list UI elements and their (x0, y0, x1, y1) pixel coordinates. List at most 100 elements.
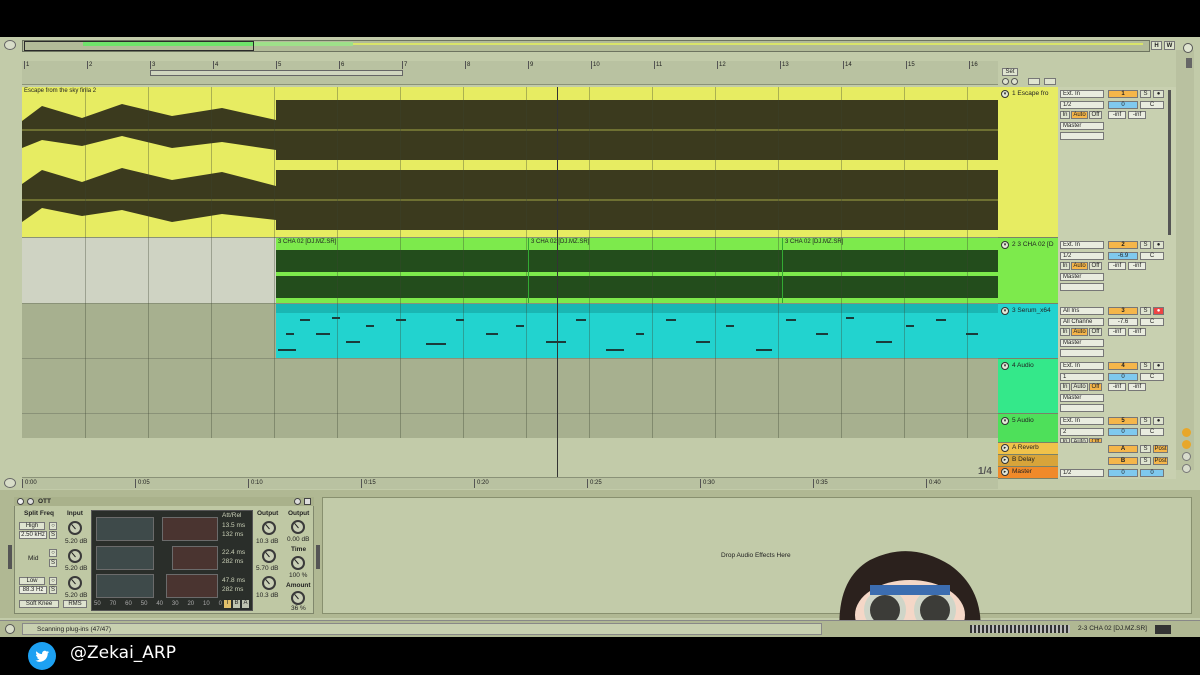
track-2-solo[interactable]: S (1140, 241, 1151, 249)
track-2-channel-select[interactable]: 1/2 (1060, 252, 1104, 260)
return-a-solo[interactable]: S (1140, 445, 1151, 453)
track-2-output-select[interactable]: Master (1060, 273, 1104, 281)
low-solo-icon[interactable]: ○ (49, 577, 57, 585)
audio-clip-escape[interactable]: Escape from the sky finla 2 (22, 87, 998, 237)
track-2-send-b[interactable]: -inf (1128, 262, 1146, 270)
time-ruler[interactable]: 0:00 0:05 0:10 0:15 0:20 0:25 0:30 0:35 … (22, 477, 998, 489)
fold-icon[interactable]: ▾ (1001, 417, 1009, 425)
track-1-volume[interactable]: 0 (1108, 101, 1138, 109)
device-power-icon[interactable] (17, 498, 24, 505)
mid-input-knob[interactable] (68, 549, 82, 563)
return-b-solo[interactable]: S (1140, 457, 1151, 465)
track-5-pan[interactable]: C (1140, 428, 1164, 436)
mid-output-knob[interactable] (262, 549, 276, 563)
return-b-activator[interactable]: B (1108, 457, 1138, 465)
track-3-volume[interactable]: -7.6 (1108, 318, 1138, 326)
low-solo[interactable]: S (49, 586, 57, 594)
overview-h-button[interactable]: H (1151, 41, 1162, 50)
track-3-output-select[interactable]: Master (1060, 339, 1104, 347)
set-locator-button[interactable]: Set (1002, 68, 1018, 76)
track-5-monitor-auto[interactable]: Auto (1071, 438, 1088, 443)
return-b-header[interactable]: ▸ B Delay (998, 455, 1058, 467)
high-band-toggle[interactable]: High (19, 522, 45, 530)
track-4-output-select[interactable]: Master (1060, 394, 1104, 402)
track-3-monitor-auto[interactable]: Auto (1071, 328, 1088, 336)
draw-mode-icon[interactable] (1028, 78, 1040, 85)
track-2-input-select[interactable]: Ext. In (1060, 241, 1104, 249)
track-4-activator[interactable]: 4 (1108, 362, 1138, 370)
track-1-name[interactable]: 1 Escape fro (1012, 90, 1056, 97)
track-3-send-b[interactable]: -inf (1128, 328, 1146, 336)
high-input-knob[interactable] (68, 521, 82, 535)
track-5-volume[interactable]: 0 (1108, 428, 1138, 436)
track-4-channel-select[interactable]: 1 (1060, 373, 1104, 381)
midi-clip-serum[interactable] (276, 304, 998, 358)
automation-lock-icon[interactable] (1044, 78, 1056, 85)
play-icon[interactable]: ▸ (1001, 456, 1009, 464)
master-pan[interactable]: 0 (1140, 469, 1164, 477)
track-5-name[interactable]: 5 Audio (1012, 417, 1056, 424)
track-5-monitor-off[interactable]: Off (1089, 438, 1102, 443)
left-scroll-icon[interactable] (4, 478, 16, 488)
audio-clip-cha02-2[interactable]: 3 CHA 02 [DJ.MZ.SR] (529, 238, 783, 303)
return-a-activator[interactable]: A (1108, 445, 1138, 453)
loop-brace[interactable] (150, 70, 403, 76)
track-4-name[interactable]: 4 Audio (1012, 362, 1056, 369)
track-3-monitor-in[interactable]: In (1060, 328, 1070, 336)
play-icon[interactable]: ▸ (1001, 468, 1009, 476)
track-3-name[interactable]: 3 Serum_x64 (1012, 307, 1056, 314)
track-2-monitor-off[interactable]: Off (1089, 262, 1102, 270)
low-band-toggle[interactable]: Low (19, 577, 45, 585)
track-1-activator[interactable]: 1 (1108, 90, 1138, 98)
device-fold-icon[interactable] (27, 498, 34, 505)
band-b-toggle[interactable]: B (233, 600, 240, 608)
track-2-lane[interactable]: 3 CHA 02 [DJ.MZ.SR] 3 CHA 02 [DJ.MZ.SR] … (22, 238, 998, 304)
track-3-arm[interactable]: ● (1153, 307, 1164, 315)
audio-clip-cha02-3[interactable]: 3 CHA 02 [DJ.MZ.SR] (783, 238, 998, 303)
track-1-send-a[interactable]: -inf (1108, 111, 1126, 119)
audio-effects-drop-zone[interactable]: Drop Audio Effects Here (322, 497, 1192, 614)
track-1-channel-select[interactable]: 1/2 (1060, 101, 1104, 109)
return-b-post[interactable]: Post (1153, 457, 1168, 465)
low-output-knob[interactable] (262, 576, 276, 590)
track-2-name[interactable]: 2 3 CHA 02 [D (1012, 241, 1056, 248)
prev-locator-icon[interactable] (1002, 78, 1009, 85)
track-3-pan[interactable]: C (1140, 318, 1164, 326)
track-4-send-a[interactable]: -inf (1108, 383, 1126, 391)
track-5-monitor-in[interactable]: In (1060, 438, 1070, 443)
overview-w-button[interactable]: W (1164, 41, 1175, 50)
device-scroll-right[interactable] (316, 545, 320, 569)
track-2-volume[interactable]: -6.9 (1108, 252, 1138, 260)
playhead-marker[interactable] (557, 87, 558, 477)
mid-solo[interactable]: S (49, 559, 57, 567)
track-4-volume[interactable]: 0 (1108, 373, 1138, 381)
device-save-icon[interactable] (304, 498, 311, 505)
low-input-knob[interactable] (68, 576, 82, 590)
track-3-output-channel[interactable] (1060, 349, 1104, 357)
band-t-toggle[interactable]: T (224, 600, 231, 608)
unfold-icon[interactable] (1183, 43, 1193, 53)
track-5-lane[interactable] (22, 414, 998, 438)
track-1-output-select[interactable]: Master (1060, 122, 1104, 130)
soft-knee-button[interactable]: Soft Knee (19, 600, 59, 608)
track-3-lane[interactable] (22, 304, 998, 359)
track-3-send-a[interactable]: -inf (1108, 328, 1126, 336)
track-2-send-a[interactable]: -inf (1108, 262, 1126, 270)
track-4-input-select[interactable]: Ext. In (1060, 362, 1104, 370)
fold-icon[interactable]: ▾ (1001, 307, 1009, 315)
play-icon[interactable]: ▸ (1001, 444, 1009, 452)
rms-button[interactable]: RMS (63, 600, 87, 608)
track-1-output-channel[interactable] (1060, 132, 1104, 140)
track-4-output-channel[interactable] (1060, 404, 1104, 412)
track-3-solo[interactable]: S (1140, 307, 1151, 315)
track-5-channel-select[interactable]: 2 (1060, 428, 1104, 436)
track-5-input-select[interactable]: Ext. In (1060, 417, 1104, 425)
track-2-arm[interactable]: ● (1153, 241, 1164, 249)
track-1-solo[interactable]: S (1140, 90, 1151, 98)
vertical-scrollbar[interactable] (1176, 50, 1194, 470)
track-3-channel-select[interactable]: All Channe (1060, 318, 1104, 326)
track-3-input-select[interactable]: All Ins (1060, 307, 1104, 315)
low-freq-field[interactable]: 88.3 Hz (19, 586, 47, 594)
arrangement-overview[interactable] (22, 40, 1150, 52)
master-channel-select[interactable]: 1/2 (1060, 469, 1104, 477)
